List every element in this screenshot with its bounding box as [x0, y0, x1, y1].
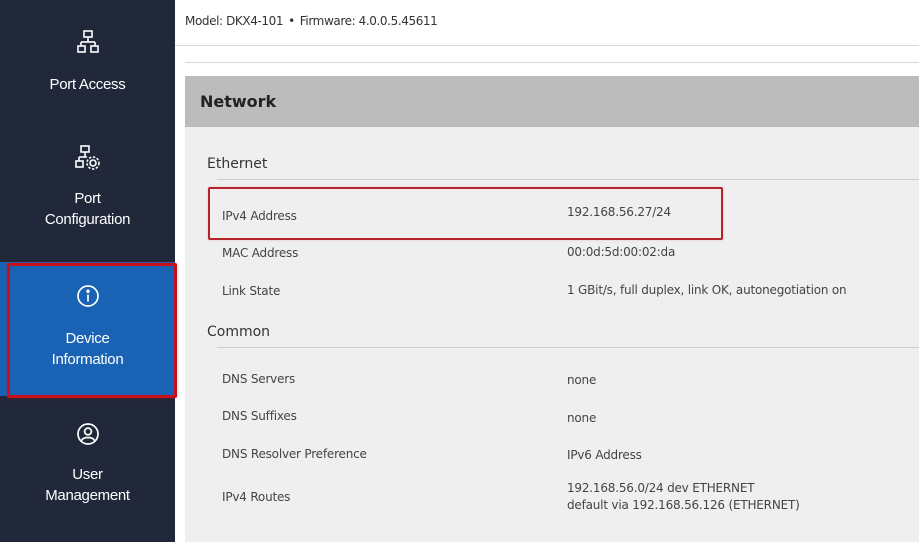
row-label-dns-resolver-preference: DNS Resolver Preference	[222, 447, 367, 461]
sidebar-item-label: Port Configuration	[44, 190, 131, 228]
section-divider	[217, 347, 919, 348]
model-firmware-line: Model: DKX4-101 • Firmware: 4.0.0.5.45611	[185, 14, 438, 28]
row-label-ipv4-address: IPv4 Address	[222, 209, 297, 223]
section-title-common: Common	[207, 324, 271, 340]
network-icon	[0, 27, 175, 57]
sidebar: Port Access Port Configuration Device In…	[0, 0, 177, 542]
network-panel: Network Ethernet IPv4 Address 192.168.56…	[185, 76, 919, 542]
sidebar-item-user-management[interactable]: User Management	[0, 396, 175, 542]
device-header: Model: DKX4-101 • Firmware: 4.0.0.5.45611	[175, 0, 919, 46]
row-value-dns-resolver-preference: IPv6 Address	[567, 448, 642, 462]
sidebar-item-port-access[interactable]: Port Access	[0, 0, 175, 120]
row-value-dns-suffixes: none	[567, 411, 597, 425]
sidebar-item-label: Port Access	[49, 76, 126, 93]
info-circle-icon	[0, 281, 175, 311]
panel-header: Network	[185, 76, 919, 127]
user-circle-icon	[0, 419, 175, 449]
sidebar-item-port-configuration[interactable]: Port Configuration	[0, 120, 175, 260]
row-value-ipv4-routes: 192.168.56.0/24 dev ETHERNET default via…	[567, 481, 800, 512]
row-value-dns-servers: none	[567, 373, 597, 387]
section-title-ethernet: Ethernet	[207, 156, 268, 172]
row-label-ipv4-routes: IPv4 Routes	[222, 490, 291, 504]
row-value-link-state: 1 GBit/s, full duplex, link OK, autonego…	[567, 283, 847, 297]
row-label-link-state: Link State	[222, 284, 281, 298]
row-label-dns-suffixes: DNS Suffixes	[222, 409, 297, 423]
page-title: Network	[200, 92, 277, 111]
row-value-ipv4-address: 192.168.56.27/24	[567, 205, 671, 219]
firmware-text: Firmware: 4.0.0.5.45611	[299, 14, 438, 28]
separator-dot: •	[288, 14, 295, 28]
section-divider	[217, 179, 919, 180]
sidebar-item-label: Device Information	[51, 330, 124, 368]
divider	[185, 62, 919, 63]
sidebar-item-device-information[interactable]: Device Information	[0, 262, 175, 396]
model-text: Model: DKX4-101	[185, 14, 284, 28]
row-value-mac-address: 00:0d:5d:00:02:da	[567, 245, 676, 259]
row-label-dns-servers: DNS Servers	[222, 372, 296, 386]
network-gear-icon	[0, 143, 175, 173]
row-label-mac-address: MAC Address	[222, 246, 299, 260]
sidebar-item-label: User Management	[45, 466, 130, 504]
